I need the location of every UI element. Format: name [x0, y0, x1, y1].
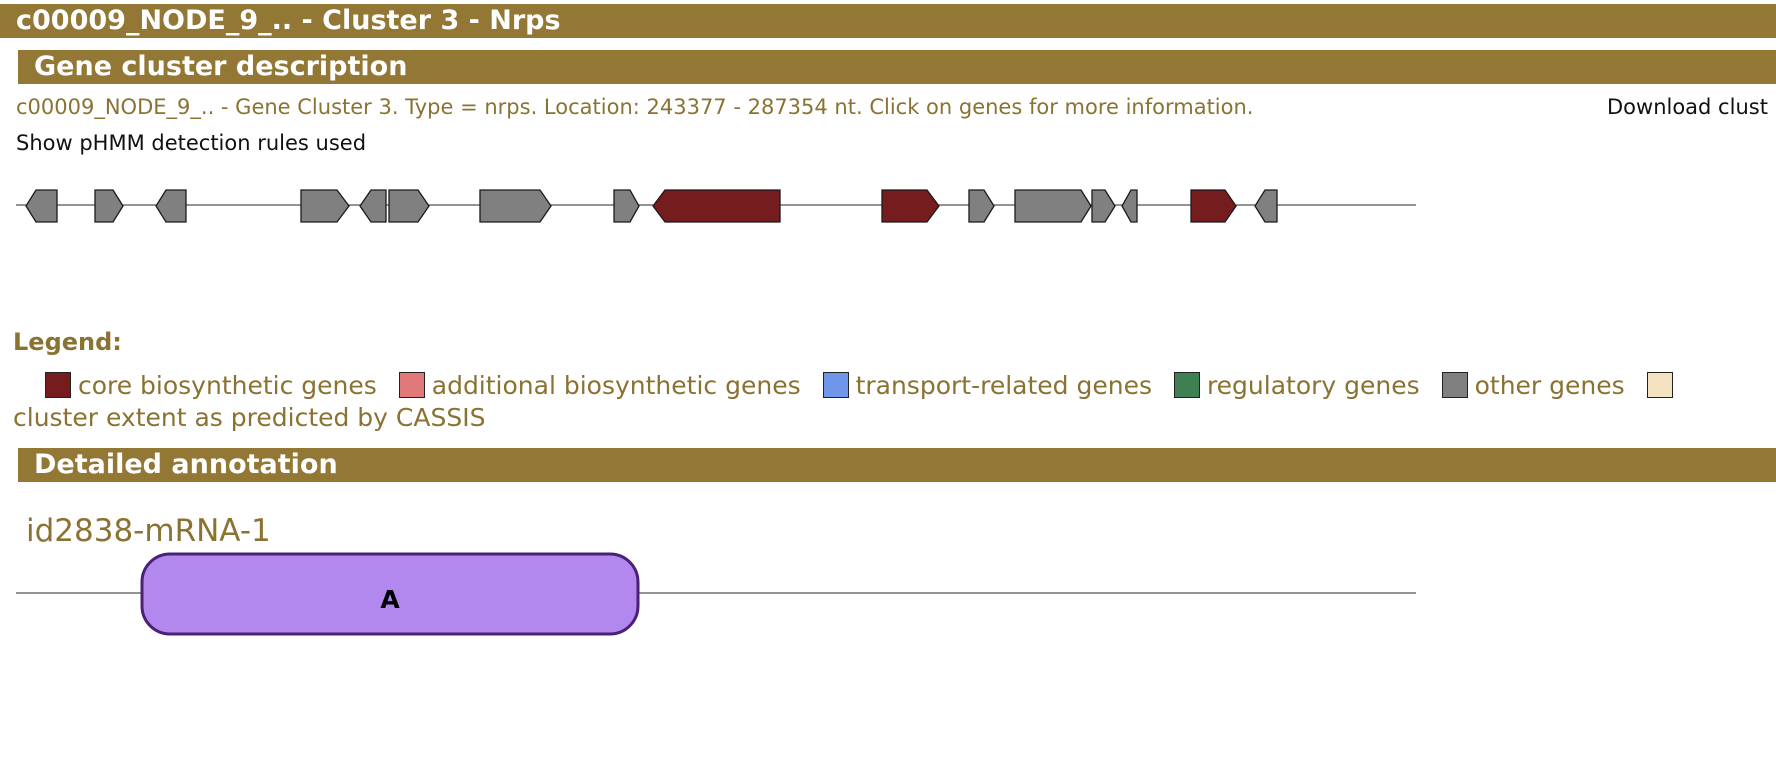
legend-swatch-additional [398, 372, 425, 398]
legend-item-core: core biosynthetic genes [44, 371, 377, 400]
gene-arrow[interactable] [1190, 189, 1237, 223]
legend-item-regulatory: regulatory genes [1173, 371, 1420, 400]
gene-arrow[interactable] [1014, 189, 1092, 223]
legend-item-other: other genes [1441, 371, 1625, 400]
domain-label: A [380, 585, 400, 614]
legend-label: transport-related genes [855, 371, 1152, 400]
gene-arrow[interactable] [613, 189, 640, 223]
legend-swatch-regulatory [1173, 372, 1200, 398]
gene-arrow[interactable] [155, 189, 187, 223]
gene-arrow[interactable] [1254, 189, 1278, 223]
legend-label: regulatory genes [1206, 371, 1420, 400]
legend-swatch-transport [822, 372, 849, 398]
gene-arrow[interactable] [359, 189, 387, 223]
legend-label: other genes [1474, 371, 1625, 400]
section-header-annotation: Detailed annotation [18, 448, 1776, 482]
legend-swatch-other [1441, 372, 1468, 398]
legend-label: core biosynthetic genes [77, 371, 377, 400]
legend-title: Legend: [13, 328, 122, 356]
legend-label: cluster extent as predicted by CASSIS [13, 403, 486, 432]
gene-arrow[interactable] [94, 189, 124, 223]
legend-swatch-cassis [1646, 372, 1673, 398]
gene-arrow[interactable] [300, 189, 350, 223]
gene-arrow[interactable] [881, 189, 940, 223]
legend-swatch-core [44, 372, 71, 398]
gene-arrow[interactable] [1121, 189, 1138, 223]
legend: core biosynthetic genes additional biosy… [13, 370, 1758, 434]
gene-arrow[interactable] [1091, 189, 1116, 223]
legend-item-transport: transport-related genes [822, 371, 1152, 400]
gene-arrow[interactable] [968, 189, 995, 223]
gene-id-label: id2838-mRNA-1 [26, 513, 271, 549]
gene-arrow[interactable] [25, 189, 58, 223]
gene-arrow[interactable] [652, 189, 781, 223]
legend-item-additional: additional biosynthetic genes [398, 371, 801, 400]
gene-arrow[interactable] [479, 189, 552, 223]
gene-arrow[interactable] [388, 189, 430, 223]
legend-label: additional biosynthetic genes [431, 371, 801, 400]
